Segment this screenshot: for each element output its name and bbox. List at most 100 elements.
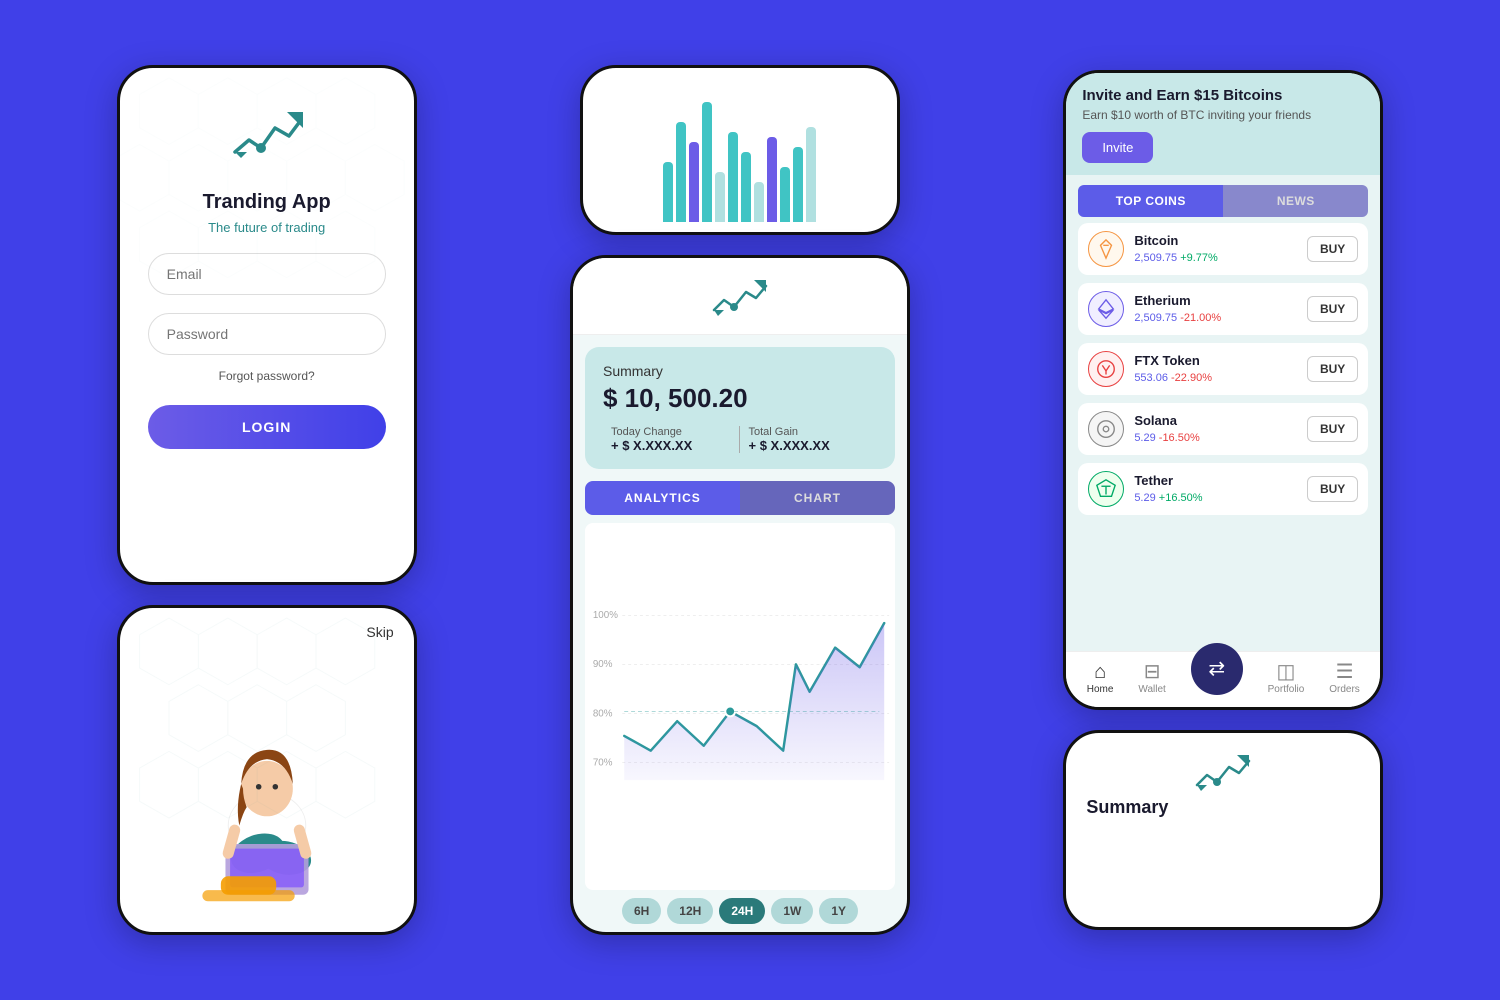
crypto-item-bitcoin: Bitcoin 2,509.75 +9.77% BUY bbox=[1078, 223, 1368, 275]
filter-1y[interactable]: 1Y bbox=[819, 898, 858, 924]
bitcoin-change: +9.77% bbox=[1180, 252, 1218, 264]
ftx-change: -22.90% bbox=[1171, 372, 1212, 384]
bar-9 bbox=[767, 137, 777, 222]
bitcoin-name: Bitcoin bbox=[1134, 233, 1307, 248]
bottom-summary-label: Summary bbox=[1086, 797, 1168, 818]
center-column: Summary $ 10, 500.20 Today Change + $ X.… bbox=[570, 65, 910, 935]
orders-icon: ☰ bbox=[1336, 662, 1354, 682]
today-change-value: + $ X.XXX.XX bbox=[611, 438, 732, 453]
total-gain-stat: Total Gain + $ X.XXX.XX bbox=[740, 426, 877, 453]
nav-portfolio[interactable]: ◫ Portfolio bbox=[1268, 662, 1305, 695]
wallet-icon: ⊟ bbox=[1144, 662, 1161, 682]
right-column: Invite and Earn $15 Bitcoins Earn $10 wo… bbox=[1063, 70, 1383, 930]
home-icon: ⌂ bbox=[1094, 662, 1106, 682]
total-gain-label: Total Gain bbox=[748, 426, 869, 438]
summary-card-label: Summary bbox=[603, 363, 877, 379]
ftx-buy-button[interactable]: BUY bbox=[1307, 356, 1358, 382]
password-input[interactable] bbox=[148, 313, 386, 355]
forgot-password-link[interactable]: Forgot password? bbox=[219, 369, 315, 383]
solana-name: Solana bbox=[1134, 413, 1307, 428]
bar-6 bbox=[728, 132, 738, 222]
summary-bottom-phone: Summary bbox=[1063, 730, 1383, 930]
crypto-item-solana: Solana 5.29 -16.50% BUY bbox=[1078, 403, 1368, 455]
filter-1w[interactable]: 1W bbox=[771, 898, 813, 924]
bitcoin-icon bbox=[1088, 231, 1124, 267]
svg-text:90%: 90% bbox=[593, 659, 613, 670]
login-subtitle: The future of trading bbox=[208, 220, 325, 235]
nav-home[interactable]: ⌂ Home bbox=[1087, 662, 1114, 695]
crypto-item-etherium: Etherium 2,509.75 -21.00% BUY bbox=[1078, 283, 1368, 335]
bar-3 bbox=[689, 142, 699, 222]
login-button[interactable]: LOGIN bbox=[148, 405, 386, 449]
bar-12 bbox=[806, 127, 816, 222]
nav-home-label: Home bbox=[1087, 684, 1114, 695]
time-filters: 6H 12H 24H 1W 1Y bbox=[585, 898, 895, 924]
filter-6h[interactable]: 6H bbox=[622, 898, 661, 924]
invite-banner: Invite and Earn $15 Bitcoins Earn $10 wo… bbox=[1066, 73, 1380, 175]
tab-top-coins[interactable]: TOP COINS bbox=[1078, 185, 1223, 217]
tether-icon bbox=[1088, 471, 1124, 507]
bitcoin-price: 2,509.75 bbox=[1134, 252, 1180, 264]
email-input[interactable] bbox=[148, 253, 386, 295]
bar-4 bbox=[702, 102, 712, 222]
nav-exchange-button[interactable]: ⇄ bbox=[1191, 643, 1243, 695]
tab-chart[interactable]: CHART bbox=[740, 481, 895, 515]
summary-stats: Today Change + $ X.XXX.XX Total Gain + $… bbox=[603, 426, 877, 453]
nav-orders[interactable]: ☰ Orders bbox=[1329, 662, 1360, 695]
crypto-phone: Invite and Earn $15 Bitcoins Earn $10 wo… bbox=[1063, 70, 1383, 710]
onboarding-phone: Skip bbox=[117, 605, 417, 935]
svg-text:100%: 100% bbox=[593, 610, 618, 621]
analytics-tabs: ANALYTICS CHART bbox=[585, 481, 895, 515]
svg-text:80%: 80% bbox=[593, 708, 613, 719]
portfolio-icon: ◫ bbox=[1277, 662, 1296, 682]
tab-analytics[interactable]: ANALYTICS bbox=[585, 481, 740, 515]
filter-24h[interactable]: 24H bbox=[719, 898, 765, 924]
analytics-phone: Summary $ 10, 500.20 Today Change + $ X.… bbox=[570, 255, 910, 935]
nav-portfolio-label: Portfolio bbox=[1268, 684, 1305, 695]
today-change-label: Today Change bbox=[611, 426, 732, 438]
bar-10 bbox=[780, 167, 790, 222]
tether-buy-button[interactable]: BUY bbox=[1307, 476, 1358, 502]
filter-12h[interactable]: 12H bbox=[667, 898, 713, 924]
etherium-icon bbox=[1088, 291, 1124, 327]
etherium-price: 2,509.75 bbox=[1134, 312, 1180, 324]
ftx-name: FTX Token bbox=[1134, 353, 1307, 368]
skip-button[interactable]: Skip bbox=[366, 624, 393, 640]
nav-wallet-label: Wallet bbox=[1138, 684, 1165, 695]
login-logo bbox=[227, 108, 307, 177]
crypto-list: Bitcoin 2,509.75 +9.77% BUY bbox=[1066, 223, 1380, 651]
tether-price: 5.29 bbox=[1134, 492, 1158, 504]
nav-wallet[interactable]: ⊟ Wallet bbox=[1138, 662, 1165, 695]
bar-1 bbox=[663, 162, 673, 222]
ftx-info: FTX Token 553.06 -22.90% bbox=[1134, 353, 1307, 386]
solana-buy-button[interactable]: BUY bbox=[1307, 416, 1358, 442]
crypto-item-tether: Tether 5.29 +16.50% BUY bbox=[1078, 463, 1368, 515]
login-title: Tranding App bbox=[203, 191, 331, 214]
etherium-change: -21.00% bbox=[1180, 312, 1221, 324]
etherium-info: Etherium 2,509.75 -21.00% bbox=[1134, 293, 1307, 326]
invite-button[interactable]: Invite bbox=[1082, 132, 1153, 163]
bar-5 bbox=[715, 172, 725, 222]
invite-title: Invite and Earn $15 Bitcoins bbox=[1082, 87, 1364, 104]
crypto-tabs: TOP COINS NEWS bbox=[1078, 185, 1368, 217]
nav-orders-label: Orders bbox=[1329, 684, 1360, 695]
top-chart-phone bbox=[580, 65, 900, 235]
bitcoin-buy-button[interactable]: BUY bbox=[1307, 236, 1358, 262]
summary-card: Summary $ 10, 500.20 Today Change + $ X.… bbox=[585, 347, 895, 469]
tab-news[interactable]: NEWS bbox=[1223, 185, 1368, 217]
solana-info: Solana 5.29 -16.50% bbox=[1134, 413, 1307, 446]
bar-11 bbox=[793, 147, 803, 222]
svg-text:70%: 70% bbox=[593, 757, 613, 768]
main-scene: Tranding App The future of trading Forgo… bbox=[0, 0, 1500, 1000]
login-phone: Tranding App The future of trading Forgo… bbox=[117, 65, 417, 585]
analytics-header bbox=[573, 258, 907, 335]
bar-7 bbox=[741, 152, 751, 222]
bar-2 bbox=[676, 122, 686, 222]
summary-bottom-logo bbox=[1193, 753, 1253, 797]
today-change-stat: Today Change + $ X.XXX.XX bbox=[603, 426, 741, 453]
exchange-icon: ⇄ bbox=[1208, 656, 1225, 681]
tether-change: +16.50% bbox=[1159, 492, 1203, 504]
invite-desc: Earn $10 worth of BTC inviting your frie… bbox=[1082, 108, 1364, 122]
etherium-buy-button[interactable]: BUY bbox=[1307, 296, 1358, 322]
bottom-nav: ⌂ Home ⊟ Wallet ⇄ ◫ Portfolio ☰ Orders bbox=[1066, 651, 1380, 707]
